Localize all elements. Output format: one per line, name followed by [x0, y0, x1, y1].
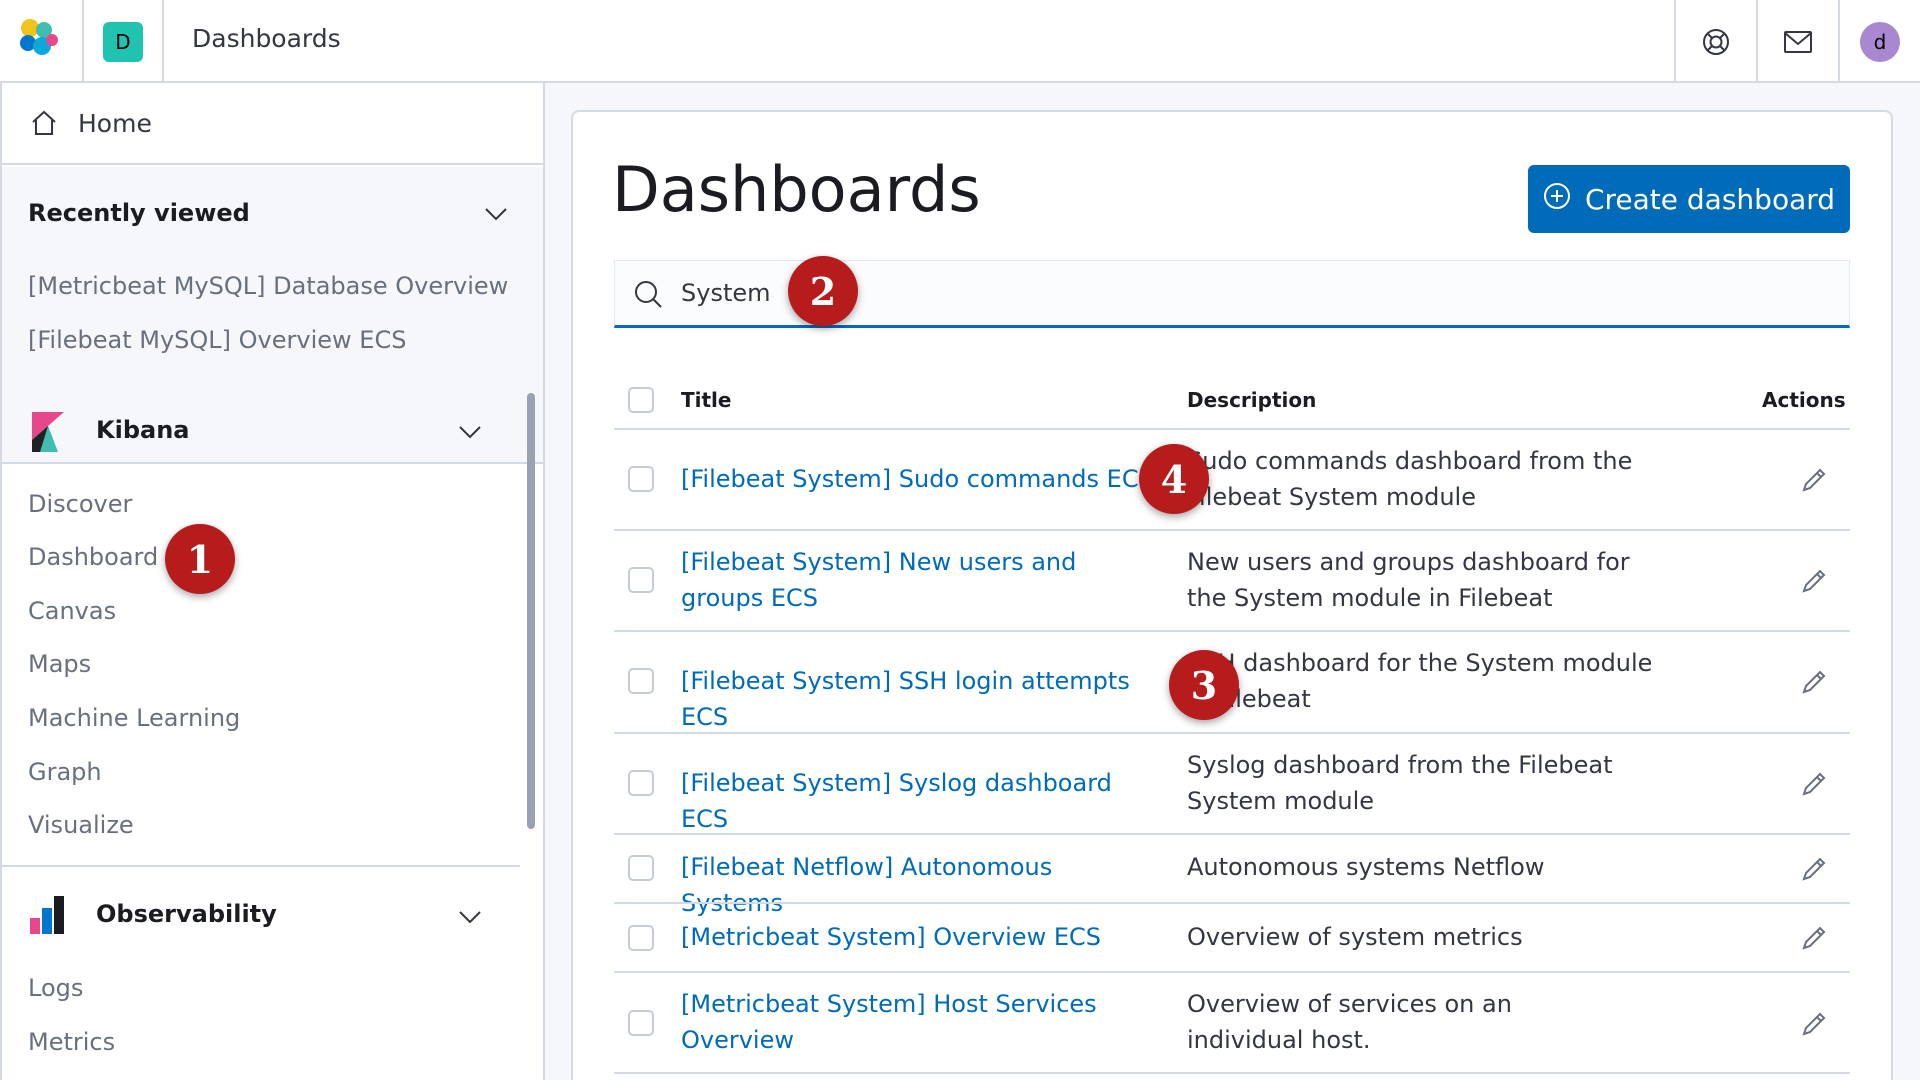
row-description: Autonomous systems Netflow — [1187, 853, 1545, 881]
plus-in-circle-icon — [1543, 182, 1571, 217]
row-checkbox[interactable] — [628, 925, 654, 951]
table-divider — [614, 529, 1850, 531]
row-checkbox[interactable] — [628, 1010, 654, 1036]
recent-item[interactable]: [Filebeat MySQL] Overview ECS — [28, 326, 406, 354]
row-title-link[interactable]: [Filebeat System] Syslog dashboard ECS — [681, 765, 1161, 837]
table-divider — [614, 732, 1850, 734]
row-title-link[interactable]: [Filebeat System] New users and groups E… — [681, 544, 1161, 616]
search-icon — [633, 279, 663, 313]
row-title-link[interactable]: [Metricbeat System] Host Services Overvi… — [681, 986, 1121, 1058]
row-description: New users and groups dashboard for the S… — [1187, 548, 1630, 612]
home-label: Home — [78, 109, 152, 138]
group-divider — [0, 865, 520, 867]
elastic-logo-icon[interactable] — [16, 16, 66, 66]
row-checkbox[interactable] — [628, 855, 654, 881]
row-title-link[interactable]: [Filebeat System] Sudo commands ECS — [681, 461, 1161, 497]
nav-item-machine-learning[interactable]: Machine Learning — [28, 704, 240, 732]
header-divider — [1838, 0, 1840, 83]
home-icon — [30, 109, 58, 141]
nav-item-dashboard[interactable]: Dashboard — [28, 543, 158, 571]
recently-viewed-title[interactable]: Recently viewed — [28, 199, 250, 227]
header-divider — [162, 0, 164, 83]
step-marker-3: 3 — [1169, 650, 1239, 720]
row-checkbox[interactable] — [628, 770, 654, 796]
nav-item-metrics[interactable]: Metrics — [28, 1028, 115, 1056]
breadcrumb[interactable]: Dashboards — [192, 24, 341, 53]
pencil-edit-icon[interactable] — [1800, 770, 1828, 802]
table-divider — [614, 428, 1850, 430]
recent-item[interactable]: [Metricbeat MySQL] Database Overview — [28, 272, 508, 300]
step-marker-4: 4 — [1139, 444, 1209, 514]
help-lifebuoy-icon[interactable] — [1696, 22, 1736, 62]
header-divider — [1674, 0, 1676, 83]
chevron-down-icon[interactable] — [484, 206, 508, 225]
top-header: D Dashboards d — [0, 0, 1920, 83]
row-description: Sudo commands dashboard from the Filebea… — [1187, 447, 1633, 511]
nav-item-maps[interactable]: Maps — [28, 650, 91, 678]
sidebar-scrollbar[interactable] — [527, 393, 535, 829]
home-link[interactable]: Home — [2, 83, 543, 165]
nav-item-discover[interactable]: Discover — [28, 490, 132, 518]
row-checkbox[interactable] — [628, 668, 654, 694]
create-dashboard-label: Create dashboard — [1584, 182, 1836, 216]
row-checkbox[interactable] — [628, 466, 654, 492]
table-divider — [614, 1072, 1850, 1074]
row-title-link[interactable]: [Metricbeat System] Overview ECS — [681, 919, 1161, 955]
column-header-description: Description — [1187, 388, 1317, 412]
row-description: Overview of system metrics — [1187, 923, 1523, 951]
row-description: Syslog dashboard from the Filebeat Syste… — [1187, 751, 1613, 815]
create-dashboard-button[interactable]: Create dashboard — [1528, 165, 1850, 233]
chevron-down-icon[interactable] — [458, 424, 482, 443]
pencil-edit-icon[interactable] — [1800, 466, 1828, 498]
row-checkbox[interactable] — [628, 567, 654, 593]
step-marker-1: 1 — [165, 524, 235, 594]
column-header-title[interactable]: Title — [681, 388, 731, 412]
page-title: Dashboards — [612, 153, 981, 226]
step-marker-2: 2 — [788, 256, 858, 326]
pencil-edit-icon[interactable] — [1800, 855, 1828, 887]
nav-item-logs[interactable]: Logs — [28, 974, 83, 1002]
space-avatar[interactable]: D — [103, 22, 143, 62]
table-divider — [614, 630, 1850, 632]
kibana-group-title[interactable]: Kibana — [96, 416, 189, 444]
side-navigation: Home — [0, 83, 545, 1080]
table-divider — [614, 833, 1850, 835]
row-title-link[interactable]: [Filebeat System] SSH login attempts ECS — [681, 663, 1181, 735]
header-divider — [82, 0, 84, 83]
newsfeed-mail-icon[interactable] — [1778, 22, 1818, 62]
nav-item-visualize[interactable]: Visualize — [28, 811, 134, 839]
pencil-edit-icon[interactable] — [1800, 924, 1828, 956]
nav-item-graph[interactable]: Graph — [28, 758, 102, 786]
column-header-actions: Actions — [1762, 388, 1846, 412]
observability-group-title[interactable]: Observability — [96, 900, 277, 928]
observability-logo-icon — [28, 894, 68, 940]
header-divider — [1756, 0, 1758, 83]
select-all-checkbox[interactable] — [628, 387, 654, 413]
row-description: Overview of services on an individual ho… — [1187, 990, 1512, 1054]
pencil-edit-icon[interactable] — [1800, 567, 1828, 599]
table-divider — [614, 971, 1850, 973]
kibana-logo-icon — [28, 410, 68, 456]
pencil-edit-icon[interactable] — [1800, 1010, 1828, 1042]
nav-item-canvas[interactable]: Canvas — [28, 597, 116, 625]
row-title-link[interactable]: [Filebeat Netflow] Autonomous Systems — [681, 849, 1161, 921]
table-divider — [614, 902, 1850, 904]
chevron-down-icon[interactable] — [458, 909, 482, 928]
user-avatar[interactable]: d — [1860, 22, 1900, 62]
row-description: SSH dashboard for the System module in F… — [1187, 649, 1653, 713]
pencil-edit-icon[interactable] — [1800, 668, 1828, 700]
